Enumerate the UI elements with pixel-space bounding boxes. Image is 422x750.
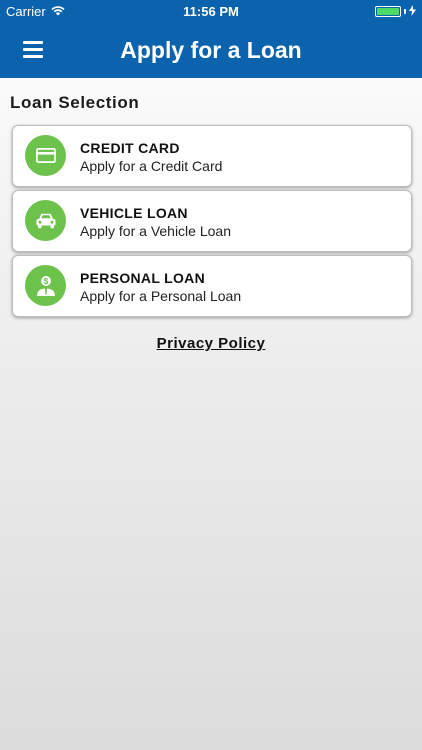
- credit-card-loan-button[interactable]: CREDIT CARD Apply for a Credit Card: [12, 125, 412, 187]
- status-bar: Carrier 11:56 PM: [0, 0, 422, 22]
- page-title: Apply for a Loan: [120, 37, 302, 63]
- charging-bolt-icon: [409, 4, 416, 19]
- svg-text:$: $: [43, 277, 48, 286]
- loan-title: CREDIT CARD: [80, 140, 180, 156]
- vehicle-loan-button[interactable]: VEHICLE LOAN Apply for a Vehicle Loan: [12, 190, 412, 252]
- status-time: 11:56 PM: [183, 4, 239, 19]
- privacy-policy-container: Privacy Policy: [0, 335, 422, 352]
- battery-status: [375, 4, 416, 19]
- privacy-policy-link[interactable]: Privacy Policy: [157, 335, 266, 352]
- loan-subtitle: Apply for a Vehicle Loan: [80, 223, 231, 239]
- section-title: Loan Selection: [10, 93, 140, 112]
- loan-title: PERSONAL LOAN: [80, 270, 205, 286]
- app-header: Carrier 11:56 PM Apply for a Loan: [0, 0, 422, 78]
- battery-icon: [375, 6, 401, 17]
- nav-bar: Apply for a Loan: [0, 22, 422, 78]
- battery-tip: [404, 9, 406, 14]
- credit-card-icon: [25, 135, 66, 176]
- loan-subtitle: Apply for a Personal Loan: [80, 288, 242, 304]
- battery-level: [377, 8, 399, 15]
- loan-title: VEHICLE LOAN: [80, 205, 188, 221]
- loan-list: CREDIT CARD Apply for a Credit Card VEHI…: [12, 125, 412, 320]
- loan-subtitle: Apply for a Credit Card: [80, 158, 223, 174]
- personal-loan-button[interactable]: $ PERSONAL LOAN Apply for a Personal Loa…: [12, 255, 412, 317]
- person-dollar-icon: $: [25, 265, 66, 306]
- car-icon: [25, 200, 66, 241]
